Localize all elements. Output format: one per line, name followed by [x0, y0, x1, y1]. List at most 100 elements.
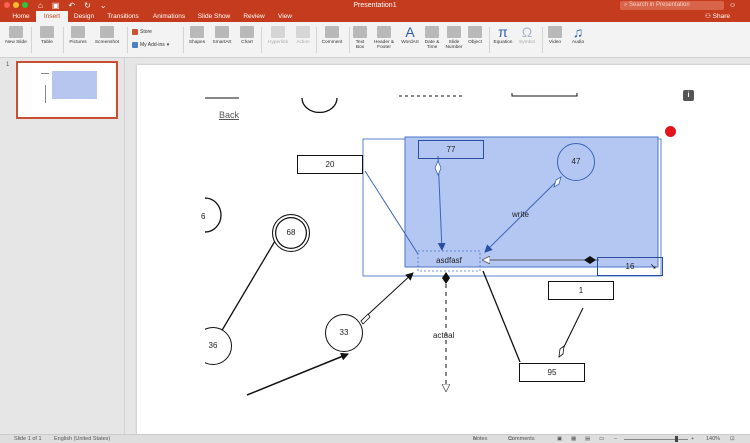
shapes-icon — [190, 26, 204, 38]
object-label: Object — [468, 40, 482, 45]
table-button[interactable]: Table — [36, 26, 58, 45]
slide[interactable]: 6 Back 77 20 1 95 16 asdfasf 47 68 36 33… — [137, 65, 750, 434]
ribbon-divider — [183, 27, 184, 53]
add-person-icon: ⚇ — [705, 13, 713, 20]
store-label: Store — [140, 29, 152, 35]
slide-number-button[interactable]: Slide Number — [444, 26, 464, 50]
thumbnail-line — [45, 85, 46, 103]
header-footer-button[interactable]: Header & Footer — [371, 26, 397, 50]
equation-button[interactable]: π Equation — [491, 24, 515, 45]
fit-slide-icon[interactable]: ⊡ — [730, 435, 735, 443]
thumbnail-selection-preview — [52, 71, 97, 99]
action-button[interactable]: Action — [293, 26, 313, 45]
tab-slide-show[interactable]: Slide Show — [194, 11, 234, 22]
slide-count: Slide 1 of 1 — [14, 436, 42, 442]
smartart-button[interactable]: SmartArt — [210, 26, 234, 45]
connector-asdfasf-95[interactable] — [482, 270, 521, 363]
store-icon — [132, 29, 138, 35]
node-1[interactable]: 1 — [548, 281, 614, 300]
text-box-icon — [353, 26, 367, 38]
slide-thumbnail[interactable] — [16, 61, 118, 119]
tab-design[interactable]: Design — [70, 11, 98, 22]
tab-insert[interactable]: Insert — [36, 11, 68, 22]
zoom-level[interactable]: 140% — [706, 435, 720, 443]
diamond-marker — [558, 345, 565, 358]
hyperlink-button[interactable]: Hyperlink — [264, 26, 292, 45]
addins-icon — [132, 42, 138, 48]
back-link[interactable]: Back — [219, 110, 239, 120]
node-20[interactable]: 20 — [297, 155, 363, 174]
slide-editor: 6 Back 77 20 1 95 16 asdfasf 47 68 36 33… — [125, 58, 750, 434]
tab-view[interactable]: View — [273, 11, 297, 22]
my-addins-label: My Add-ins — [140, 42, 165, 48]
node-95[interactable]: 95 — [519, 363, 585, 382]
object-button[interactable]: Object — [465, 26, 485, 45]
pi-icon: π — [498, 24, 508, 40]
symbol-button[interactable]: Ω Symbol — [516, 24, 538, 45]
zoom-slider-thumb[interactable] — [675, 436, 678, 442]
chart-button[interactable]: Chart — [237, 26, 257, 45]
slide-thumbnail-pane: 1 — [0, 58, 125, 434]
shapes-button[interactable]: Shapes — [186, 26, 208, 45]
ribbon-divider — [261, 27, 262, 53]
hyperlink-icon — [271, 26, 285, 38]
node-68[interactable]: 68 — [272, 214, 310, 252]
omega-icon: Ω — [521, 24, 533, 40]
equation-label: Equation — [493, 40, 513, 45]
status-bar: Slide 1 of 1 English (United States) ≡ N… — [0, 434, 750, 443]
my-addins-button[interactable]: My Add-ins ▾ — [132, 42, 169, 48]
connector-33-asdfasf[interactable] — [360, 272, 414, 322]
mouse-cursor-icon: ➘ — [650, 262, 657, 271]
new-slide-button[interactable]: New Slide — [5, 26, 27, 45]
action-label: Action — [296, 40, 310, 45]
tab-animations[interactable]: Animations — [148, 11, 190, 22]
search-placeholder: Search in Presentation — [629, 2, 690, 8]
ribbon-divider — [31, 27, 32, 53]
slideshow-icon[interactable]: ▭ — [599, 435, 604, 443]
zoom-slider[interactable] — [624, 439, 688, 440]
audio-button[interactable]: ♫ Audio — [568, 25, 588, 45]
ribbon-insert: New Slide Table Pictures Screenshot Stor… — [0, 22, 750, 58]
share-button[interactable]: ⚇ Share — [705, 11, 730, 22]
reading-view-icon[interactable]: ▤ — [585, 435, 590, 443]
tab-review[interactable]: Review — [239, 11, 269, 22]
label-write[interactable]: write — [512, 210, 529, 219]
video-button[interactable]: Video — [545, 26, 565, 45]
node-33[interactable]: 33 — [325, 314, 363, 352]
shapes-label: Shapes — [188, 40, 206, 45]
date-time-icon — [425, 26, 439, 38]
search-input[interactable]: ⌕ Search in Presentation — [620, 1, 724, 10]
partial-circle-shape[interactable] — [301, 97, 338, 114]
text-box-label: Text Box — [355, 40, 365, 50]
video-label: Video — [548, 40, 562, 45]
slide-sorter-icon[interactable]: ▦ — [571, 435, 576, 443]
language-status[interactable]: English (United States) — [54, 435, 110, 443]
screenshot-button[interactable]: Screenshot — [92, 26, 122, 45]
tab-transitions[interactable]: Transitions — [102, 11, 144, 22]
wordart-icon: A — [405, 24, 415, 40]
text-box-button[interactable]: Text Box — [352, 26, 368, 50]
pictures-button[interactable]: Pictures — [66, 26, 90, 45]
date-time-button[interactable]: Date & Time — [423, 26, 441, 50]
user-icon[interactable]: ☺ — [729, 1, 745, 10]
connector-68-36[interactable] — [220, 240, 276, 333]
info-button[interactable]: i — [683, 90, 694, 101]
store-button[interactable]: Store — [132, 29, 152, 35]
slide-number-label: Slide Number — [445, 40, 463, 50]
normal-view-icon[interactable]: ▣ — [557, 435, 562, 443]
node-77[interactable]: 77 — [418, 140, 484, 159]
label-actual[interactable]: actual — [433, 331, 454, 340]
tab-home[interactable]: Home — [8, 11, 34, 22]
node-47[interactable]: 47 — [557, 143, 595, 181]
zoom-out-icon[interactable]: − — [614, 435, 617, 443]
comment-button[interactable]: Comment — [319, 26, 345, 45]
connector-to-33[interactable] — [246, 352, 349, 396]
node-asdfasf[interactable]: asdfasf — [434, 256, 464, 265]
red-dot-marker[interactable] — [665, 126, 676, 137]
left-edge-shapes — [204, 197, 207, 233]
wordart-button[interactable]: A WordArt — [398, 24, 422, 45]
partial-circle-shape[interactable] — [204, 197, 222, 233]
zoom-in-icon[interactable]: + — [691, 435, 694, 443]
ribbon-divider — [316, 27, 317, 53]
chart-icon — [240, 26, 254, 38]
